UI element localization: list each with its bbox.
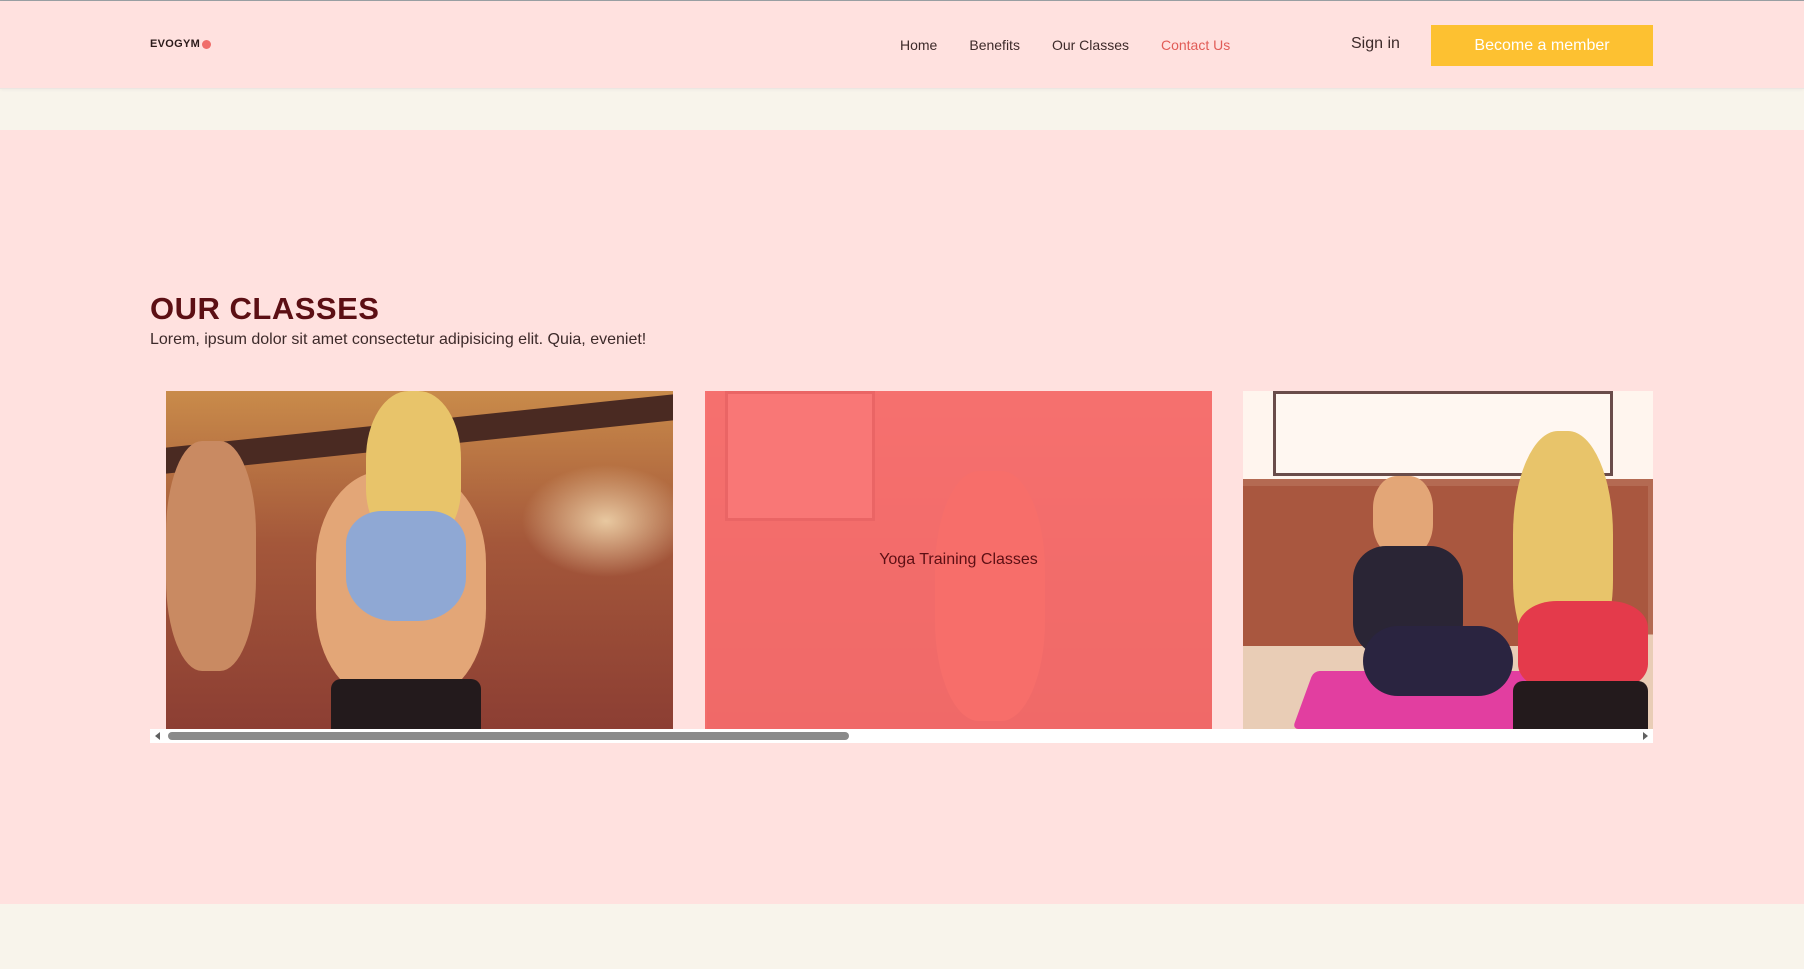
head-shape: [1373, 476, 1433, 556]
scroll-thumb[interactable]: [168, 732, 849, 740]
class-card-3[interactable]: [1243, 391, 1653, 729]
nav-home[interactable]: Home: [900, 37, 937, 53]
logo-dot-icon: [202, 39, 212, 49]
scroll-left-arrow-icon[interactable]: [155, 732, 160, 740]
mirror-person-shape: [166, 441, 256, 671]
section-title: OUR CLASSES: [150, 291, 380, 326]
sign-in-link[interactable]: Sign in: [1351, 35, 1400, 53]
nav-benefits[interactable]: Benefits: [969, 37, 1020, 53]
class-card-overlay: Yoga Training Classes: [705, 391, 1212, 729]
class-photo-weights: [166, 391, 673, 729]
logo[interactable]: EVOGYM: [150, 38, 212, 50]
class-card-1[interactable]: [166, 391, 673, 729]
scroll-right-arrow-icon[interactable]: [1643, 732, 1648, 740]
class-card-2[interactable]: Yoga Training Classes: [705, 391, 1212, 729]
nav-contact-us[interactable]: Contact Us: [1161, 37, 1230, 53]
class-card-label: Yoga Training Classes: [879, 551, 1038, 568]
logo-text: EVOGYM: [150, 38, 201, 50]
black-pants-shape: [1513, 681, 1648, 729]
classes-carousel[interactable]: Yoga Training Classes: [150, 391, 1653, 764]
leggings-shape: [1363, 626, 1513, 696]
nav-links: Home Benefits Our Classes Contact Us: [900, 37, 1262, 53]
nav-our-classes[interactable]: Our Classes: [1052, 37, 1129, 53]
red-top-shape: [1518, 601, 1648, 691]
shorts-shape: [331, 679, 481, 729]
our-classes-section: OUR CLASSES Lorem, ipsum dolor sit amet …: [0, 130, 1804, 904]
section-subtitle: Lorem, ipsum dolor sit amet consectetur …: [150, 331, 647, 348]
navbar: EVOGYM Home Benefits Our Classes Contact…: [0, 1, 1804, 89]
become-member-button[interactable]: Become a member: [1431, 25, 1653, 66]
sports-bra-shape: [346, 511, 466, 621]
class-photo-stretching: [1243, 391, 1653, 729]
carousel-scrollbar[interactable]: [150, 729, 1653, 743]
